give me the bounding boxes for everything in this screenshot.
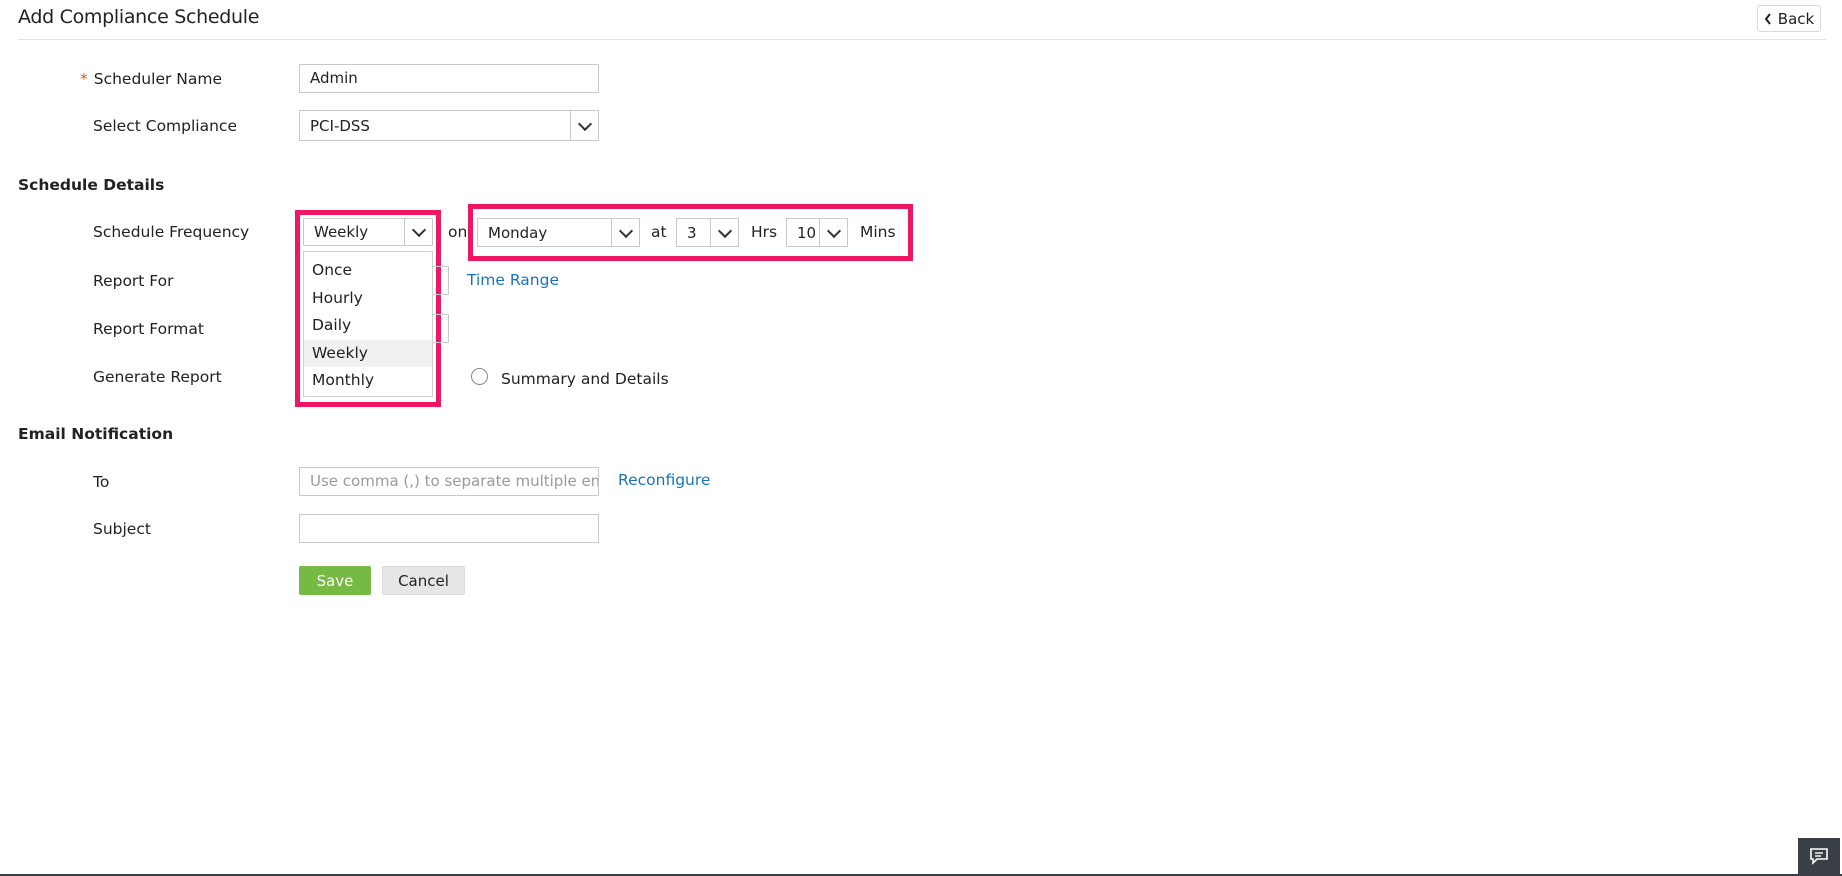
chevron-down-icon (710, 219, 738, 246)
summary-details-radio[interactable] (471, 368, 488, 385)
frequency-option-weekly[interactable]: Weekly (304, 339, 432, 367)
required-mark: * (80, 70, 88, 88)
email-to-input[interactable]: Use comma (,) to separate multiple ema (299, 467, 599, 496)
subject-input[interactable] (299, 514, 599, 543)
select-compliance-label: Select Compliance (93, 117, 237, 135)
report-for-select-edge[interactable] (433, 266, 449, 295)
frequency-option-once[interactable]: Once (304, 257, 432, 285)
on-label: on (448, 223, 468, 241)
page-title: Add Compliance Schedule (18, 6, 260, 28)
back-label: Back (1777, 9, 1815, 28)
hrs-label: Hrs (751, 223, 778, 241)
back-button[interactable]: Back (1757, 5, 1821, 32)
scheduler-name-input[interactable]: Admin (299, 64, 599, 93)
scheduler-name-label-text: Scheduler Name (93, 70, 223, 88)
chevron-down-icon (404, 219, 432, 245)
chevron-down-icon (611, 219, 639, 246)
schedule-frequency-label: Schedule Frequency (93, 223, 250, 241)
mins-label: Mins (860, 223, 896, 241)
frequency-option-daily[interactable]: Daily (304, 312, 432, 340)
select-compliance-dropdown[interactable]: PCI-DSS (299, 110, 599, 141)
chat-icon (1810, 848, 1828, 865)
frequency-option-monthly[interactable]: Monthly (304, 367, 432, 395)
schedule-details-heading: Schedule Details (18, 176, 165, 194)
time-range-link[interactable]: Time Range (467, 271, 559, 289)
report-format-select-edge[interactable] (433, 314, 449, 343)
email-notification-heading: Email Notification (18, 425, 174, 443)
schedule-day-value: Monday (488, 223, 548, 242)
summary-details-label: Summary and Details (501, 370, 669, 388)
to-label: To (93, 473, 110, 491)
schedule-hour-value: 3 (687, 223, 697, 242)
subject-label: Subject (93, 520, 151, 538)
generate-report-label: Generate Report (93, 368, 222, 386)
cancel-button[interactable]: Cancel (382, 566, 465, 595)
schedule-frequency-options: Once Hourly Daily Weekly Monthly (303, 251, 433, 397)
frequency-option-hourly[interactable]: Hourly (304, 285, 432, 313)
header-divider (18, 39, 1826, 40)
schedule-day-select[interactable]: Monday (477, 218, 640, 247)
chevron-down-icon (570, 111, 598, 140)
select-compliance-value: PCI-DSS (310, 116, 370, 135)
schedule-frequency-select[interactable]: Weekly (303, 218, 433, 246)
schedule-minute-select[interactable]: 10 (786, 218, 848, 247)
feedback-button[interactable] (1798, 838, 1840, 874)
at-label: at (651, 223, 667, 241)
report-for-label: Report For (93, 272, 174, 290)
scheduler-name-label: * Scheduler Name (80, 70, 222, 88)
schedule-hour-select[interactable]: 3 (676, 218, 739, 247)
report-format-label: Report Format (93, 320, 204, 338)
save-button[interactable]: Save (299, 566, 371, 595)
chevron-down-icon (819, 219, 847, 246)
reconfigure-link[interactable]: Reconfigure (618, 471, 710, 489)
chevron-left-icon (1764, 12, 1771, 25)
schedule-minute-value: 10 (797, 223, 817, 242)
schedule-frequency-value: Weekly (314, 223, 369, 241)
